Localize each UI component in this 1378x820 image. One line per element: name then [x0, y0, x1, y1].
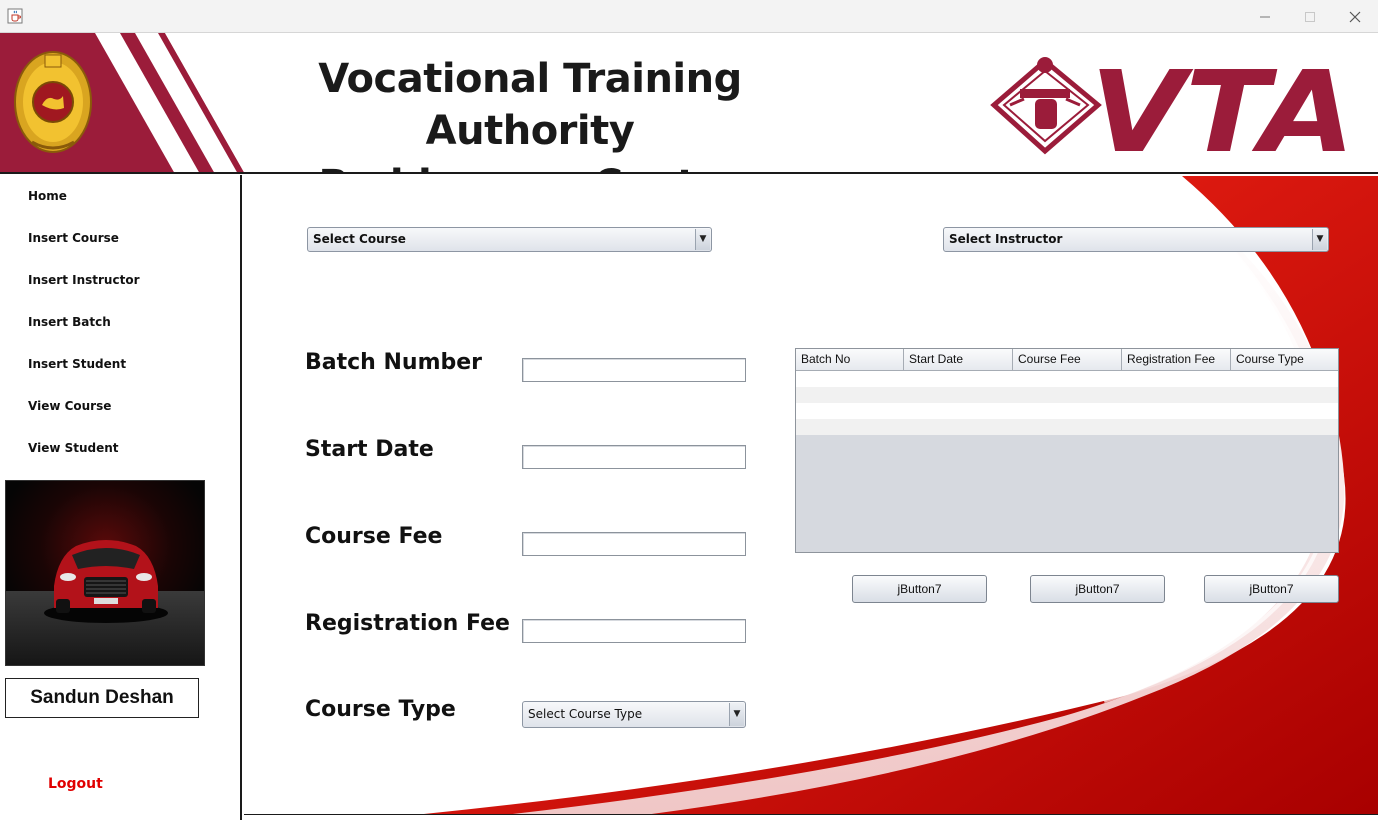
start-date-label: Start Date [305, 437, 434, 462]
table-row[interactable] [796, 419, 1338, 435]
logout-link[interactable]: Logout [48, 776, 103, 792]
column-header-start-date[interactable]: Start Date [904, 349, 1013, 371]
header-banner: Vocational Training Authority Baddegama … [0, 33, 1378, 174]
instructor-select[interactable]: Select Instructor ▼ [943, 227, 1329, 252]
course-select-value: Select Course [313, 232, 406, 246]
vta-logo: VTA [990, 53, 1355, 158]
sidebar-item-insert-student[interactable]: Insert Student [28, 357, 126, 371]
sidebar-item-home[interactable]: Home [28, 189, 67, 203]
chevron-down-icon: ▼ [695, 229, 710, 250]
batch-number-field[interactable] [522, 358, 746, 382]
vta-emblem-icon [990, 57, 1102, 155]
column-header-registration-fee[interactable]: Registration Fee [1122, 349, 1231, 371]
chevron-down-icon: ▼ [729, 703, 744, 726]
instructor-select-value: Select Instructor [949, 232, 1063, 246]
window-titlebar [0, 0, 1378, 33]
start-date-field[interactable] [522, 445, 746, 469]
sri-lanka-emblem-icon [14, 51, 92, 153]
table-header: Batch No Start Date Course Fee Registrat… [796, 349, 1338, 371]
course-select[interactable]: Select Course ▼ [307, 227, 712, 252]
banner-title: Vocational Training Authority Baddegama … [220, 53, 840, 172]
column-header-batch-no[interactable]: Batch No [796, 349, 904, 371]
banner-title-line1: Vocational Training Authority [318, 56, 742, 154]
sidebar-item-insert-course[interactable]: Insert Course [28, 231, 119, 245]
user-name: Sandun Deshan [5, 678, 199, 718]
table-row[interactable] [796, 387, 1338, 403]
column-header-course-fee[interactable]: Course Fee [1013, 349, 1122, 371]
sidebar: Home Insert Course Insert Instructor Ins… [0, 175, 242, 820]
batch-table[interactable]: Batch No Start Date Course Fee Registrat… [795, 348, 1339, 553]
course-type-label: Course Type [305, 697, 456, 722]
table-row[interactable] [796, 403, 1338, 419]
registration-fee-field[interactable] [522, 619, 746, 643]
java-cup-icon [7, 8, 23, 24]
course-type-select[interactable]: Select Course Type ▼ [522, 701, 746, 728]
column-header-course-type[interactable]: Course Type [1231, 349, 1338, 371]
course-type-select-value: Select Course Type [528, 707, 643, 721]
vta-logo-text: VTA [1090, 53, 1355, 158]
close-icon [1349, 11, 1361, 22]
user-photo [5, 480, 205, 666]
chevron-down-icon: ▼ [1312, 229, 1327, 250]
banner-title-line2: Baddegama Center [220, 157, 840, 172]
minimize-icon [1260, 16, 1270, 17]
table-row[interactable] [796, 371, 1338, 387]
sidebar-item-insert-batch[interactable]: Insert Batch [28, 315, 111, 329]
main-panel: Select Course ▼ Select Instructor ▼ Batc… [244, 176, 1378, 815]
action-button-1[interactable]: jButton7 [852, 575, 987, 603]
sidebar-item-insert-instructor[interactable]: Insert Instructor [28, 273, 139, 287]
car-photo [6, 481, 204, 665]
action-button-2[interactable]: jButton7 [1030, 575, 1165, 603]
batch-number-label: Batch Number [305, 350, 483, 375]
minimize-button[interactable] [1242, 0, 1288, 33]
course-fee-field[interactable] [522, 532, 746, 556]
action-button-3[interactable]: jButton7 [1204, 575, 1339, 603]
close-button[interactable] [1332, 0, 1378, 33]
maximize-button[interactable] [1287, 0, 1333, 33]
maximize-icon [1305, 11, 1315, 22]
registration-fee-label: Registration Fee [305, 611, 510, 636]
sidebar-item-view-student[interactable]: View Student [28, 441, 119, 455]
sidebar-item-view-course[interactable]: View Course [28, 399, 111, 413]
course-fee-label: Course Fee [305, 524, 443, 549]
table-body [796, 371, 1338, 435]
